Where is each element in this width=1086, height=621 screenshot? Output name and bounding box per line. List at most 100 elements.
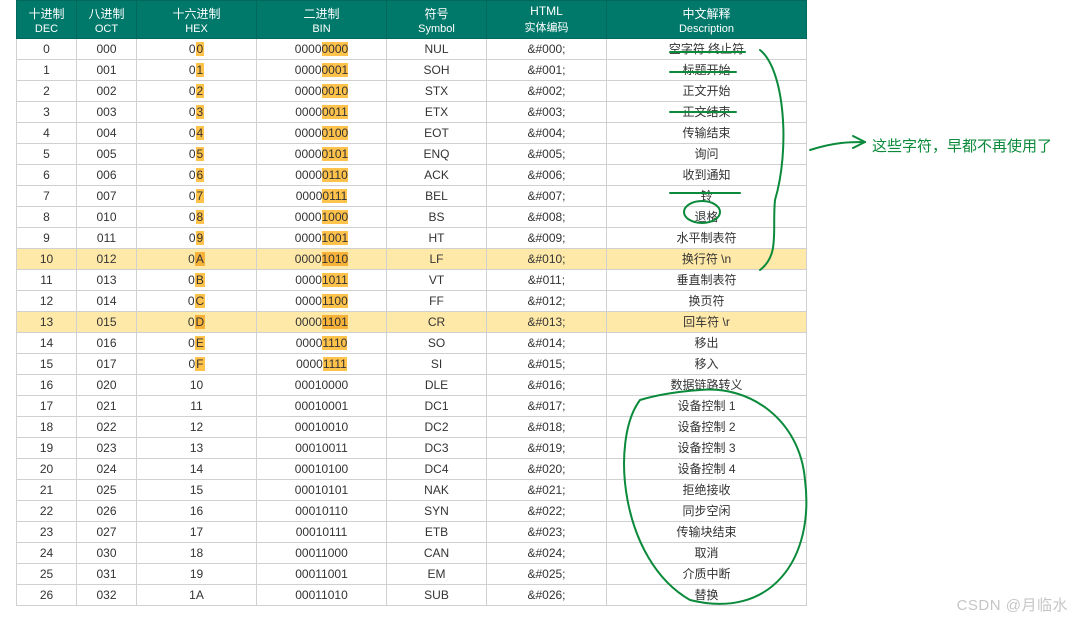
table-row: 230271700010111ETB&#023;传输块结束 <box>17 522 807 543</box>
table-cell: 空字符 终止符 <box>607 39 807 60</box>
table-cell: &#012; <box>487 291 607 312</box>
table-cell: 移出 <box>607 333 807 354</box>
table-cell: 13 <box>137 438 257 459</box>
table-row: 90110900001001HT&#009;水平制表符 <box>17 228 807 249</box>
table-cell: CAN <box>387 543 487 564</box>
table-row: 110130B00001011VT&#011;垂直制表符 <box>17 270 807 291</box>
table-cell: 003 <box>77 102 137 123</box>
table-cell: ACK <box>387 165 487 186</box>
table-row: 00000000000000NUL&#000;空字符 终止符 <box>17 39 807 60</box>
table-cell: &#002; <box>487 81 607 102</box>
table-cell: SUB <box>387 585 487 606</box>
table-cell: 00001010 <box>257 249 387 270</box>
table-cell: 014 <box>77 291 137 312</box>
table-cell: 004 <box>77 123 137 144</box>
table-cell: 19 <box>17 438 77 459</box>
table-cell: 0F <box>137 354 257 375</box>
table-cell: 02 <box>137 81 257 102</box>
table-cell: 031 <box>77 564 137 585</box>
table-cell: 021 <box>77 396 137 417</box>
table-cell: 回车符 \r <box>607 312 807 333</box>
table-cell: 设备控制 1 <box>607 396 807 417</box>
table-cell: 00010100 <box>257 459 387 480</box>
ascii-table: 十进制DEC八进制OCT十六进制HEX二进制BIN符号SymbolHTML实体编… <box>16 0 807 606</box>
table-cell: 04 <box>137 123 257 144</box>
table-cell: 023 <box>77 438 137 459</box>
table-cell: 00000001 <box>257 60 387 81</box>
table-cell: 006 <box>77 165 137 186</box>
column-header: 十六进制HEX <box>137 1 257 39</box>
table-row: 260321A00011010SUB&#026;替换 <box>17 585 807 606</box>
table-cell: 8 <box>17 207 77 228</box>
table-cell: 2 <box>17 81 77 102</box>
table-cell: 00010110 <box>257 501 387 522</box>
table-cell: 06 <box>137 165 257 186</box>
table-cell: 05 <box>137 144 257 165</box>
table-cell: 011 <box>77 228 137 249</box>
table-cell: 03 <box>137 102 257 123</box>
table-cell: 030 <box>77 543 137 564</box>
ascii-table-container: 十进制DEC八进制OCT十六进制HEX二进制BIN符号SymbolHTML实体编… <box>16 0 806 606</box>
table-cell: 032 <box>77 585 137 606</box>
table-cell: 移入 <box>607 354 807 375</box>
table-cell: 拒绝接收 <box>607 480 807 501</box>
table-cell: &#005; <box>487 144 607 165</box>
table-cell: &#019; <box>487 438 607 459</box>
table-cell: 00000101 <box>257 144 387 165</box>
table-cell: 0C <box>137 291 257 312</box>
table-row: 210251500010101NAK&#021;拒绝接收 <box>17 480 807 501</box>
table-cell: ENQ <box>387 144 487 165</box>
table-cell: 016 <box>77 333 137 354</box>
table-cell: BEL <box>387 186 487 207</box>
table-row: 170211100010001DC1&#017;设备控制 1 <box>17 396 807 417</box>
table-cell: NUL <box>387 39 487 60</box>
table-cell: 同步空闲 <box>607 501 807 522</box>
table-cell: 00010101 <box>257 480 387 501</box>
table-cell: 024 <box>77 459 137 480</box>
table-cell: &#014; <box>487 333 607 354</box>
table-cell: 垂直制表符 <box>607 270 807 291</box>
table-cell: 0E <box>137 333 257 354</box>
table-cell: 取消 <box>607 543 807 564</box>
table-cell: EM <box>387 564 487 585</box>
table-row: 220261600010110SYN&#022;同步空闲 <box>17 501 807 522</box>
table-cell: &#026; <box>487 585 607 606</box>
table-cell: &#007; <box>487 186 607 207</box>
table-cell: 0A <box>137 249 257 270</box>
table-cell: 传输块结束 <box>607 522 807 543</box>
table-cell: &#011; <box>487 270 607 291</box>
table-cell: 000 <box>77 39 137 60</box>
table-header: 十进制DEC八进制OCT十六进制HEX二进制BIN符号SymbolHTML实体编… <box>17 1 807 39</box>
handwritten-annotation: 这些字符，早都不再使用了 <box>872 135 1052 156</box>
table-cell: ETB <box>387 522 487 543</box>
table-cell: 铃 <box>607 186 807 207</box>
table-cell: 设备控制 3 <box>607 438 807 459</box>
table-cell: SOH <box>387 60 487 81</box>
column-header: 十进制DEC <box>17 1 77 39</box>
table-cell: 00001001 <box>257 228 387 249</box>
table-cell: 询问 <box>607 144 807 165</box>
table-cell: 26 <box>17 585 77 606</box>
table-cell: &#009; <box>487 228 607 249</box>
table-row: 30030300000011ETX&#003;正文结束 <box>17 102 807 123</box>
table-cell: 15 <box>17 354 77 375</box>
table-cell: SI <box>387 354 487 375</box>
table-cell: 21 <box>17 480 77 501</box>
table-cell: &#006; <box>487 165 607 186</box>
table-cell: 介质中断 <box>607 564 807 585</box>
table-cell: 换行符 \n <box>607 249 807 270</box>
table-cell: 00000100 <box>257 123 387 144</box>
column-header: 二进制BIN <box>257 1 387 39</box>
table-cell: 14 <box>137 459 257 480</box>
table-cell: 00011000 <box>257 543 387 564</box>
table-cell: 08 <box>137 207 257 228</box>
table-row: 70070700000111BEL&#007;铃 <box>17 186 807 207</box>
table-cell: DC3 <box>387 438 487 459</box>
table-cell: 20 <box>17 459 77 480</box>
table-row: 140160E00001110SO&#014;移出 <box>17 333 807 354</box>
table-cell: CR <box>387 312 487 333</box>
table-cell: 0B <box>137 270 257 291</box>
table-cell: 1 <box>17 60 77 81</box>
table-cell: 00001111 <box>257 354 387 375</box>
table-cell: 退格 <box>607 207 807 228</box>
